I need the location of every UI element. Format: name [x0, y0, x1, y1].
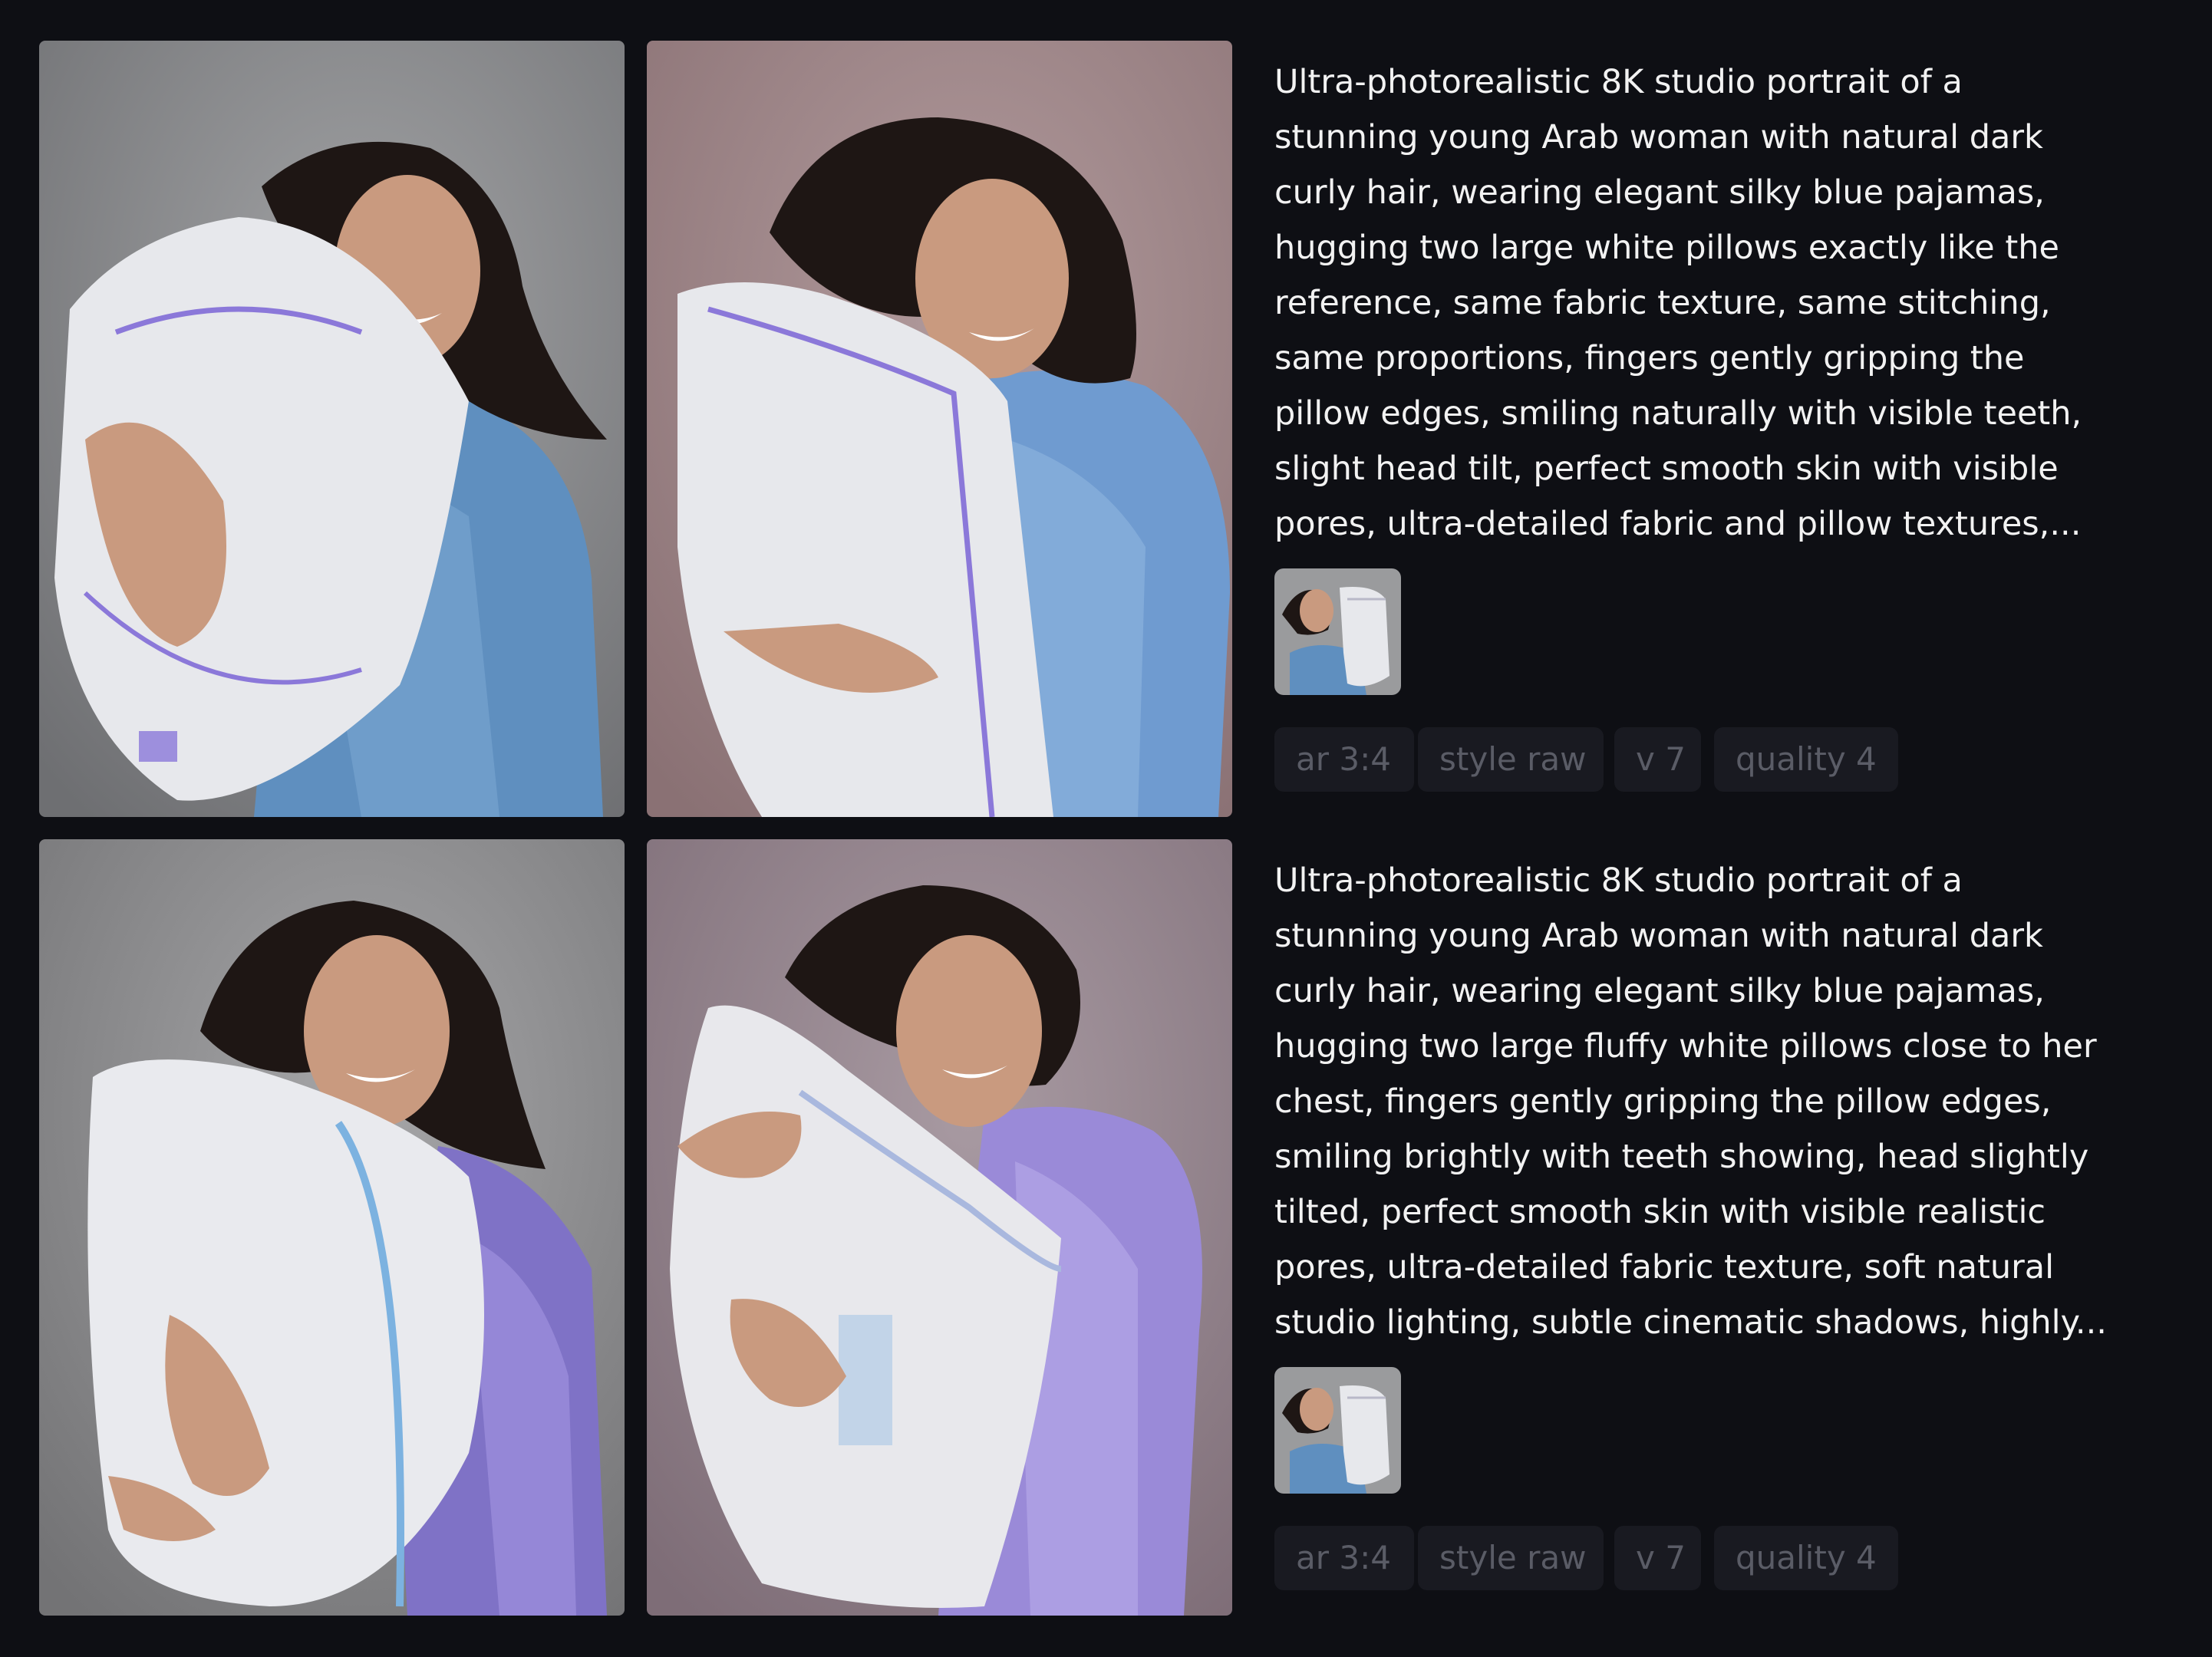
reference-thumbnail-icon — [1274, 568, 1401, 695]
generated-image[interactable] — [39, 839, 625, 1616]
prompt-text: Ultra-photorealistic 8K studio portrait … — [1274, 63, 2082, 543]
job-row: Ultra-photorealistic 8K studio portrait … — [0, 41, 2212, 817]
reference-image-thumbnail[interactable] — [1274, 568, 1401, 695]
reference-image-thumbnail[interactable] — [1274, 1367, 1401, 1494]
portrait-image — [647, 41, 1232, 817]
portrait-image — [39, 41, 625, 817]
generated-image[interactable] — [647, 41, 1232, 817]
param-chip-aspect-ratio[interactable]: ar 3:4 — [1274, 1526, 1414, 1590]
param-chip-aspect-ratio[interactable]: ar 3:4 — [1274, 727, 1414, 792]
generated-image[interactable] — [647, 839, 1232, 1616]
param-chip-style[interactable]: style raw — [1418, 727, 1604, 792]
portrait-image — [647, 839, 1232, 1616]
portrait-image — [39, 839, 625, 1616]
param-chip-version[interactable]: v 7 — [1614, 727, 1701, 792]
job-row: Ultra-photorealistic 8K studio portrait … — [0, 839, 2212, 1616]
prompt-text: Ultra-photorealistic 8K studio portrait … — [1274, 861, 2107, 1342]
reference-thumbnail-icon — [1274, 1367, 1401, 1494]
param-chip-quality[interactable]: quality 4 — [1714, 727, 1898, 792]
param-chip-version[interactable]: v 7 — [1614, 1526, 1701, 1590]
param-chip-style[interactable]: style raw — [1418, 1526, 1604, 1590]
param-chip-quality[interactable]: quality 4 — [1714, 1526, 1898, 1590]
generated-image[interactable] — [39, 41, 625, 817]
